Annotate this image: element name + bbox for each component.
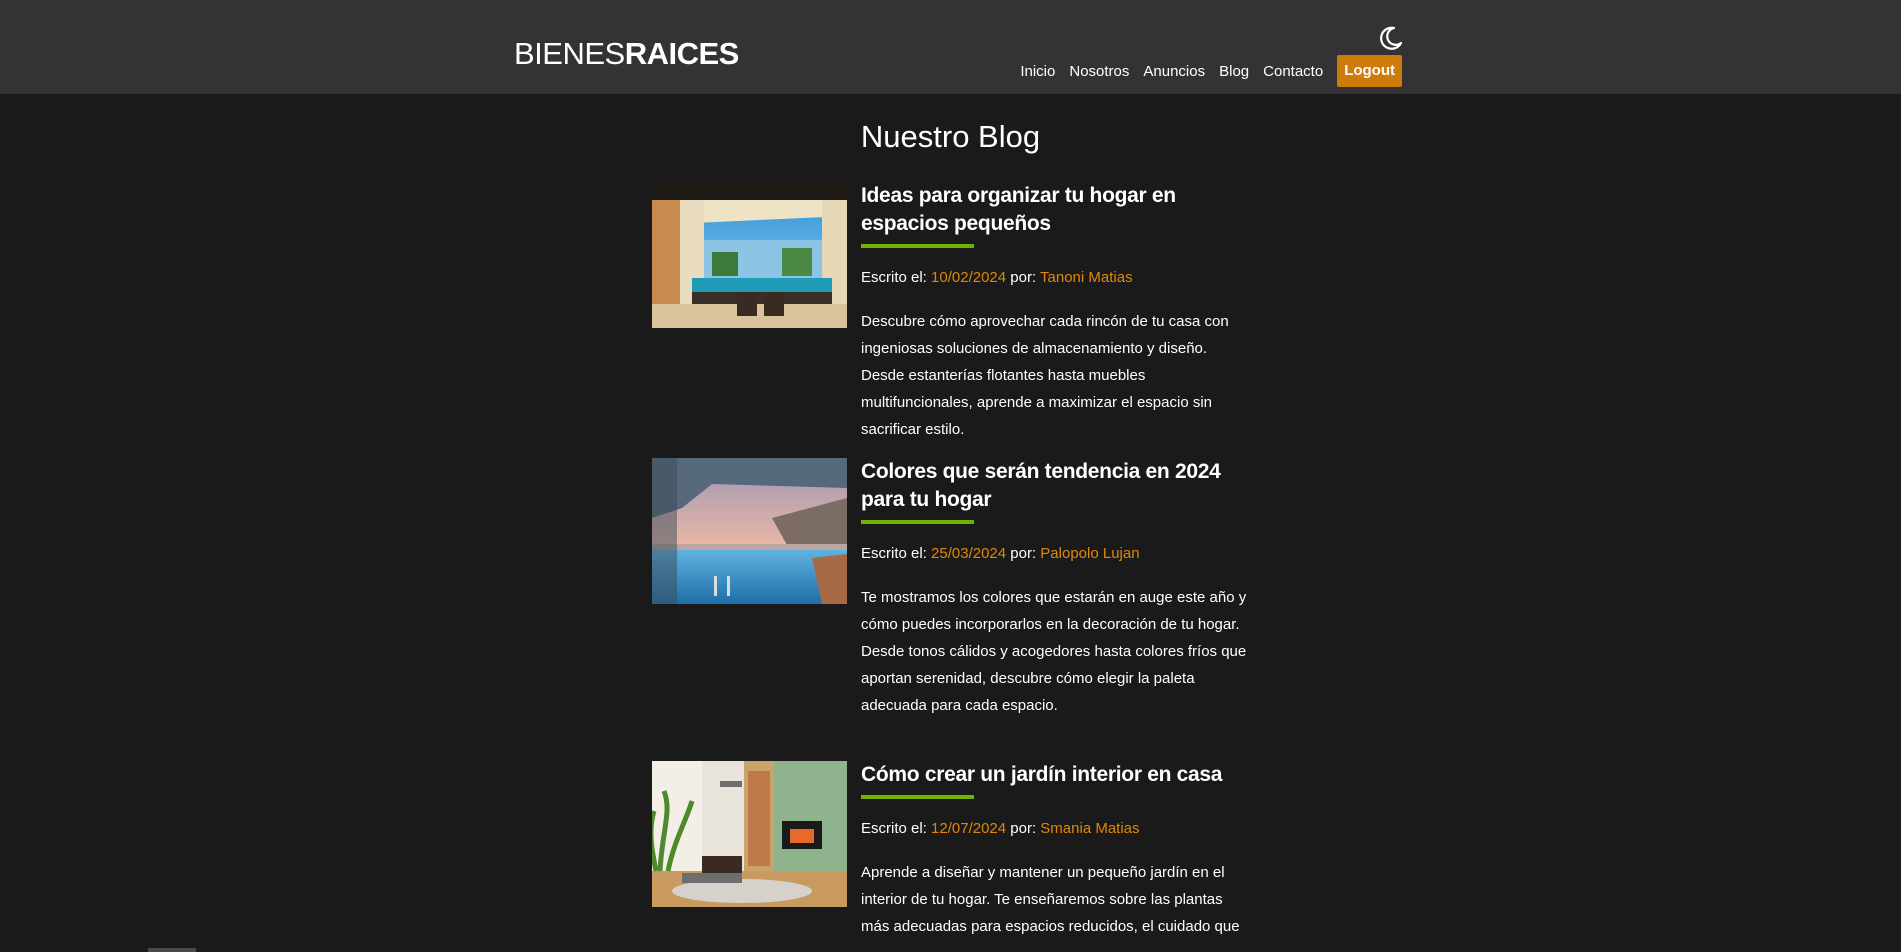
blog-post: Cómo crear un jardín interior en casa Es… <box>652 761 1252 952</box>
post-excerpt: Te mostramos los colores que estarán en … <box>861 589 1247 714</box>
post-excerpt: Descubre cómo aprovechar cada rincón de … <box>861 313 1229 438</box>
post-date: 10/02/2024 <box>931 269 1007 286</box>
post-body: Ideas para organizar tu hogar en espacio… <box>861 182 1253 443</box>
blog-post: Colores que serán tendencia en 2024 para… <box>652 458 1252 748</box>
post-body: Colores que serán tendencia en 2024 para… <box>861 458 1253 719</box>
title-underline <box>861 244 974 248</box>
moon-icon[interactable] <box>1377 24 1405 52</box>
post-meta: Escrito el: 25/03/2024 por: Palopolo Luj… <box>861 544 1253 564</box>
nav-link-blog[interactable]: Blog <box>1219 63 1249 80</box>
nav-link-anuncios[interactable]: Anuncios <box>1143 63 1205 80</box>
main-nav: Inicio Nosotros Anuncios Blog Contacto L… <box>1006 55 1402 87</box>
post-author: Tanoni Matias <box>1040 269 1133 286</box>
post-image-living-room[interactable] <box>652 761 847 907</box>
nav-link-contacto[interactable]: Contacto <box>1263 63 1323 80</box>
meta-prefix: Escrito el: <box>861 269 932 286</box>
post-excerpt: Aprende a diseñar y mantener un pequeño … <box>861 864 1240 935</box>
logout-button[interactable]: Logout <box>1337 55 1402 87</box>
site-logo[interactable]: BIENESRAICES <box>514 36 739 72</box>
nav-link-nosotros[interactable]: Nosotros <box>1069 63 1129 80</box>
nav-link-inicio[interactable]: Inicio <box>1020 63 1055 80</box>
post-meta: Escrito el: 12/07/2024 por: Smania Matia… <box>861 819 1253 839</box>
post-author: Smania Matias <box>1040 820 1140 837</box>
post-title[interactable]: Cómo crear un jardín interior en casa <box>861 761 1253 789</box>
logo-bold-text: RAICES <box>624 36 740 71</box>
post-title[interactable]: Ideas para organizar tu hogar en espacio… <box>861 182 1253 238</box>
title-underline <box>861 520 974 524</box>
title-underline <box>861 795 974 799</box>
meta-prefix: Escrito el: <box>861 820 932 837</box>
post-meta: Escrito el: 10/02/2024 por: Tanoni Matia… <box>861 268 1253 288</box>
post-date: 12/07/2024 <box>931 820 1007 837</box>
site-header: BIENESRAICES Inicio Nosotros Anuncios Bl… <box>0 0 1901 94</box>
logo-light-text: BIENES <box>514 36 625 71</box>
post-title[interactable]: Colores que serán tendencia en 2024 para… <box>861 458 1253 514</box>
page-title: Nuestro Blog <box>860 119 1041 154</box>
post-image-terrace[interactable] <box>652 182 847 328</box>
meta-prefix: Escrito el: <box>861 545 932 562</box>
meta-by-label: por: <box>1006 545 1041 562</box>
blog-post: Ideas para organizar tu hogar en espacio… <box>652 182 1252 438</box>
meta-by-label: por: <box>1006 269 1041 286</box>
post-author: Palopolo Lujan <box>1040 545 1140 562</box>
post-image-pool[interactable] <box>652 458 847 604</box>
horizontal-scrollbar-thumb[interactable] <box>148 948 196 952</box>
post-date: 25/03/2024 <box>931 545 1007 562</box>
post-body: Cómo crear un jardín interior en casa Es… <box>861 761 1253 940</box>
meta-by-label: por: <box>1006 820 1041 837</box>
